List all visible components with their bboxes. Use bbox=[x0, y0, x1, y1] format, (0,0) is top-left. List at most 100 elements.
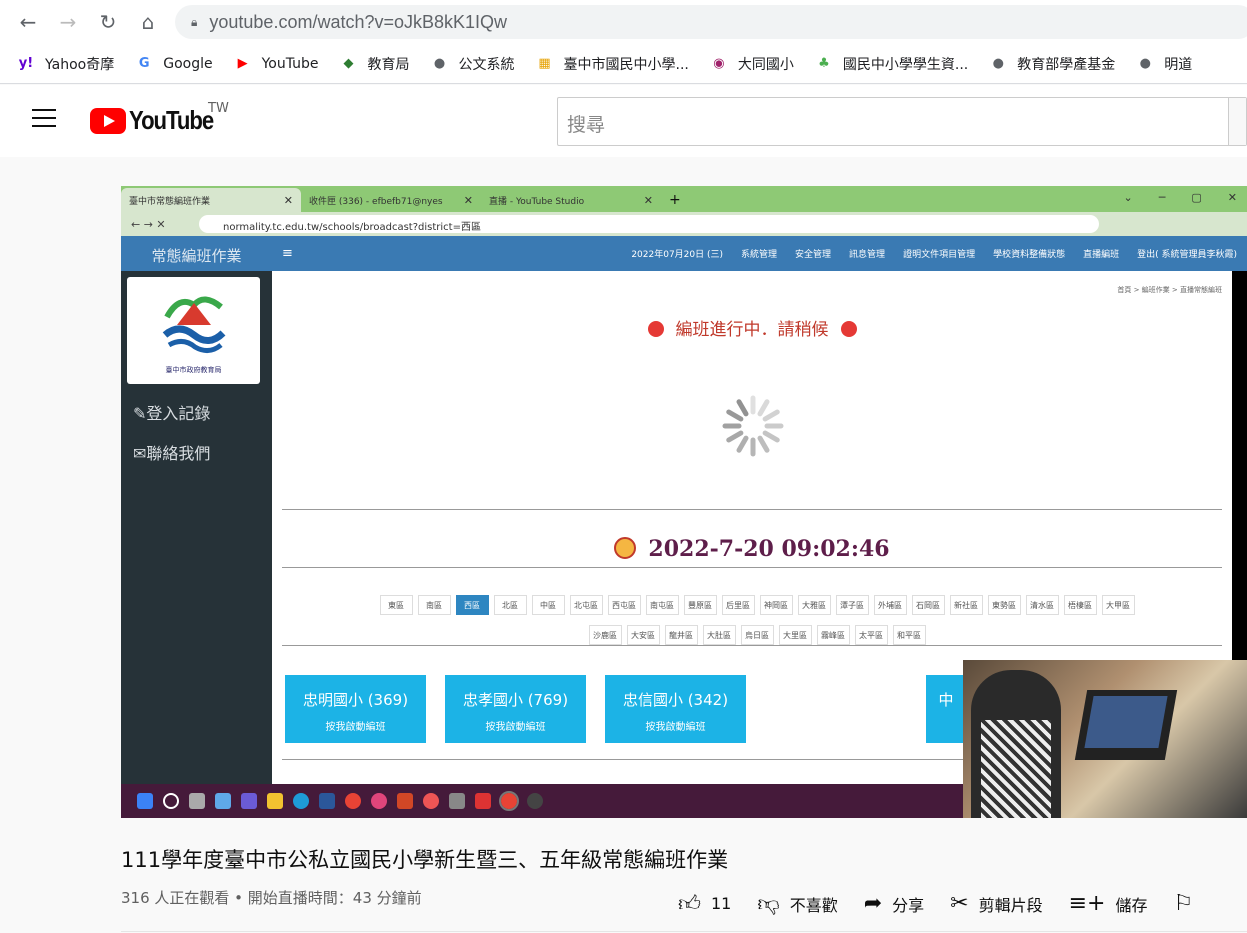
captured-top-menu: ≡ 2022年07月20日 (三) 系統管理 安全管理 訊息管理 證明文件項目管理 學校資… bbox=[272, 236, 1247, 271]
youtube-header: YouTube TW 搜尋 bbox=[0, 85, 1247, 157]
home-icon[interactable]: ⌂ bbox=[128, 2, 168, 42]
district-button: 梧棲區 bbox=[1063, 595, 1097, 615]
bookmark-item[interactable]: ♣ 國民中小學學生資... bbox=[814, 54, 968, 74]
close-icon: ✕ bbox=[283, 193, 293, 207]
app-icon bbox=[527, 793, 543, 809]
grid-icon: ▦ bbox=[538, 56, 551, 71]
like-button[interactable]: 👍︎ 11 bbox=[678, 890, 731, 917]
sidebar-link-label: 聯絡我們 bbox=[146, 444, 211, 463]
menu-icon[interactable] bbox=[32, 109, 56, 129]
school-name: 忠明國小 (369) bbox=[302, 691, 409, 709]
search-placeholder: 搜尋 bbox=[567, 114, 606, 136]
video-meta: 316 人正在觀看 • 開始直播時間：43 分鐘前 bbox=[121, 889, 422, 907]
address-bar[interactable]: 🔒︎ youtube.com/watch?v=oJkB8kK1IQw bbox=[175, 5, 1247, 39]
new-tab-icon: + bbox=[669, 192, 681, 208]
file-explorer-icon bbox=[267, 793, 283, 809]
bookmark-item[interactable]: ▦ 臺中市國民中小學... bbox=[535, 54, 689, 74]
captured-menu-item: 學校資料整備狀態 bbox=[993, 250, 1066, 260]
youtube-logo[interactable]: YouTube TW bbox=[90, 101, 229, 136]
search-icon bbox=[163, 793, 179, 809]
captured-breadcrumb: 首頁 > 編班作業 > 直播常態編班 bbox=[1117, 286, 1222, 294]
captured-address-bar: ← → ✕ normality.tc.edu.tw/schools/broadc… bbox=[121, 212, 1247, 236]
captured-site-title: 常態編班作業 bbox=[121, 236, 272, 271]
close-icon: ✕ bbox=[643, 193, 653, 207]
district-button: 石岡區 bbox=[911, 595, 945, 615]
start-assignment-button: 按我啟動編班 bbox=[645, 722, 706, 733]
bureau-logo-caption: 臺中市政府教育局 bbox=[165, 366, 222, 374]
lock-icon: 🔒︎ bbox=[191, 14, 198, 29]
divider bbox=[282, 567, 1222, 568]
dislike-button[interactable]: 👎︎ 不喜歡 bbox=[757, 890, 837, 917]
spinner-tick bbox=[757, 399, 770, 417]
presenter-vest bbox=[981, 720, 1051, 818]
video-title: 111學年度臺中市公私立國民小學新生暨三、五年級常態編班作業 bbox=[121, 848, 729, 872]
bookmark-label: Google bbox=[163, 55, 213, 72]
flag-icon: ⚐ bbox=[1173, 891, 1194, 916]
status-text: 編班進行中．請稍候 bbox=[675, 320, 829, 340]
bureau-logo-mark bbox=[162, 296, 226, 353]
captured-menu-item: 訊息管理 bbox=[849, 250, 886, 260]
start-assignment-button: 按我啟動編班 bbox=[485, 722, 546, 733]
bookmark-item[interactable]: ● 教育部學產基金 bbox=[988, 54, 1116, 74]
reload-icon[interactable]: ↻ bbox=[88, 2, 128, 42]
clip-button[interactable]: ✂ 剪輯片段 bbox=[950, 891, 1042, 916]
youtube-wordmark: YouTube bbox=[129, 105, 214, 135]
dislike-label: 不喜歡 bbox=[789, 895, 838, 915]
forward-arrow-icon[interactable]: → bbox=[48, 2, 88, 42]
education-bureau-logo: 臺中市政府教育局 bbox=[127, 277, 260, 384]
divider bbox=[282, 509, 1222, 510]
bookmark-label: 公文系統 bbox=[458, 56, 515, 73]
captured-browser-tabs: 臺中市常態編班作業 ✕ 收件匣 (336) - efbefb71@nyes ✕ 直播… bbox=[121, 186, 1247, 212]
save-button[interactable]: ≡+ 儲存 bbox=[1069, 891, 1148, 916]
share-button[interactable]: ➦ 分享 bbox=[864, 891, 924, 916]
district-button: 大甲區 bbox=[1101, 595, 1135, 615]
powerpoint-icon bbox=[397, 793, 413, 809]
region-code: TW bbox=[208, 101, 229, 116]
report-button[interactable]: ⚐ bbox=[1174, 891, 1204, 916]
bookmark-item[interactable]: G Google bbox=[134, 54, 213, 74]
captured-tab: 直播 - YouTube Studio ✕ bbox=[481, 188, 661, 212]
bookmark-item[interactable]: ◉ 大同國小 bbox=[709, 54, 794, 74]
address-url[interactable]: youtube.com/watch?v=oJkB8kK1IQw bbox=[209, 12, 507, 33]
district-button: 霧峰區 bbox=[816, 625, 850, 645]
captured-url: normality.tc.edu.tw/schools/broadcast?di… bbox=[199, 215, 1099, 233]
bookmark-item[interactable]: y! Yahoo奇摩 bbox=[16, 54, 114, 74]
edge-icon bbox=[293, 793, 309, 809]
school-name: 忠信國小 (342) bbox=[622, 691, 729, 709]
save-label: 儲存 bbox=[1115, 895, 1148, 915]
district-button: 大安區 bbox=[626, 625, 660, 645]
captured-tab-label: 直播 - YouTube Studio bbox=[489, 196, 585, 207]
clock-text: 2022-7-20 09:02:46 bbox=[648, 536, 890, 562]
school-card: 中 bbox=[926, 675, 966, 743]
spinner-tick bbox=[757, 435, 770, 453]
sidebar-link-label: 登入記錄 bbox=[146, 404, 211, 423]
bookmark-item[interactable]: ● 明道 bbox=[1135, 54, 1193, 74]
district-button: 新社區 bbox=[949, 595, 983, 615]
sprout-icon: ♣ bbox=[818, 56, 830, 71]
video-player[interactable]: 臺中市常態編班作業 ✕ 收件匣 (336) - efbefb71@nyes ✕ 直播… bbox=[121, 186, 1247, 818]
search-input[interactable]: 搜尋 bbox=[557, 97, 1247, 146]
status-dot-icon bbox=[840, 321, 857, 337]
captured-tab: 臺中市常態編班作業 ✕ bbox=[121, 188, 301, 212]
bookmark-item[interactable]: ● 公文系統 bbox=[430, 54, 515, 74]
captured-nav-icons: ← → ✕ bbox=[131, 217, 166, 231]
thumbs-down-icon: 👎︎ bbox=[757, 892, 780, 917]
thumbs-up-icon: 👍︎ bbox=[678, 892, 701, 917]
youtube-play-icon bbox=[90, 107, 126, 134]
bookmark-label: 大同國小 bbox=[737, 56, 794, 73]
bookmark-item[interactable]: ▶ YouTube bbox=[233, 54, 319, 74]
bookmark-label: 教育局 bbox=[367, 56, 410, 73]
bookmark-item[interactable]: ◆ 教育局 bbox=[339, 54, 410, 74]
bookmark-label: YouTube bbox=[261, 55, 319, 72]
browser-toolbar: ← → ↻ ⌂ 🔒︎ youtube.com/watch?v=oJkB8kK1I… bbox=[0, 0, 1247, 44]
spinner-tick bbox=[762, 409, 780, 422]
bookmark-label: Yahoo奇摩 bbox=[45, 56, 115, 73]
youtube-icon: ▶ bbox=[237, 56, 248, 71]
search-button[interactable] bbox=[1228, 98, 1246, 145]
back-arrow-icon[interactable]: ← bbox=[8, 2, 48, 42]
district-button: 豐原區 bbox=[683, 595, 717, 615]
district-button: 北區 bbox=[493, 595, 527, 615]
district-button: 西屯區 bbox=[607, 595, 641, 615]
bookmark-label: 教育部學產基金 bbox=[1017, 56, 1116, 73]
district-button: 東區 bbox=[379, 595, 413, 615]
